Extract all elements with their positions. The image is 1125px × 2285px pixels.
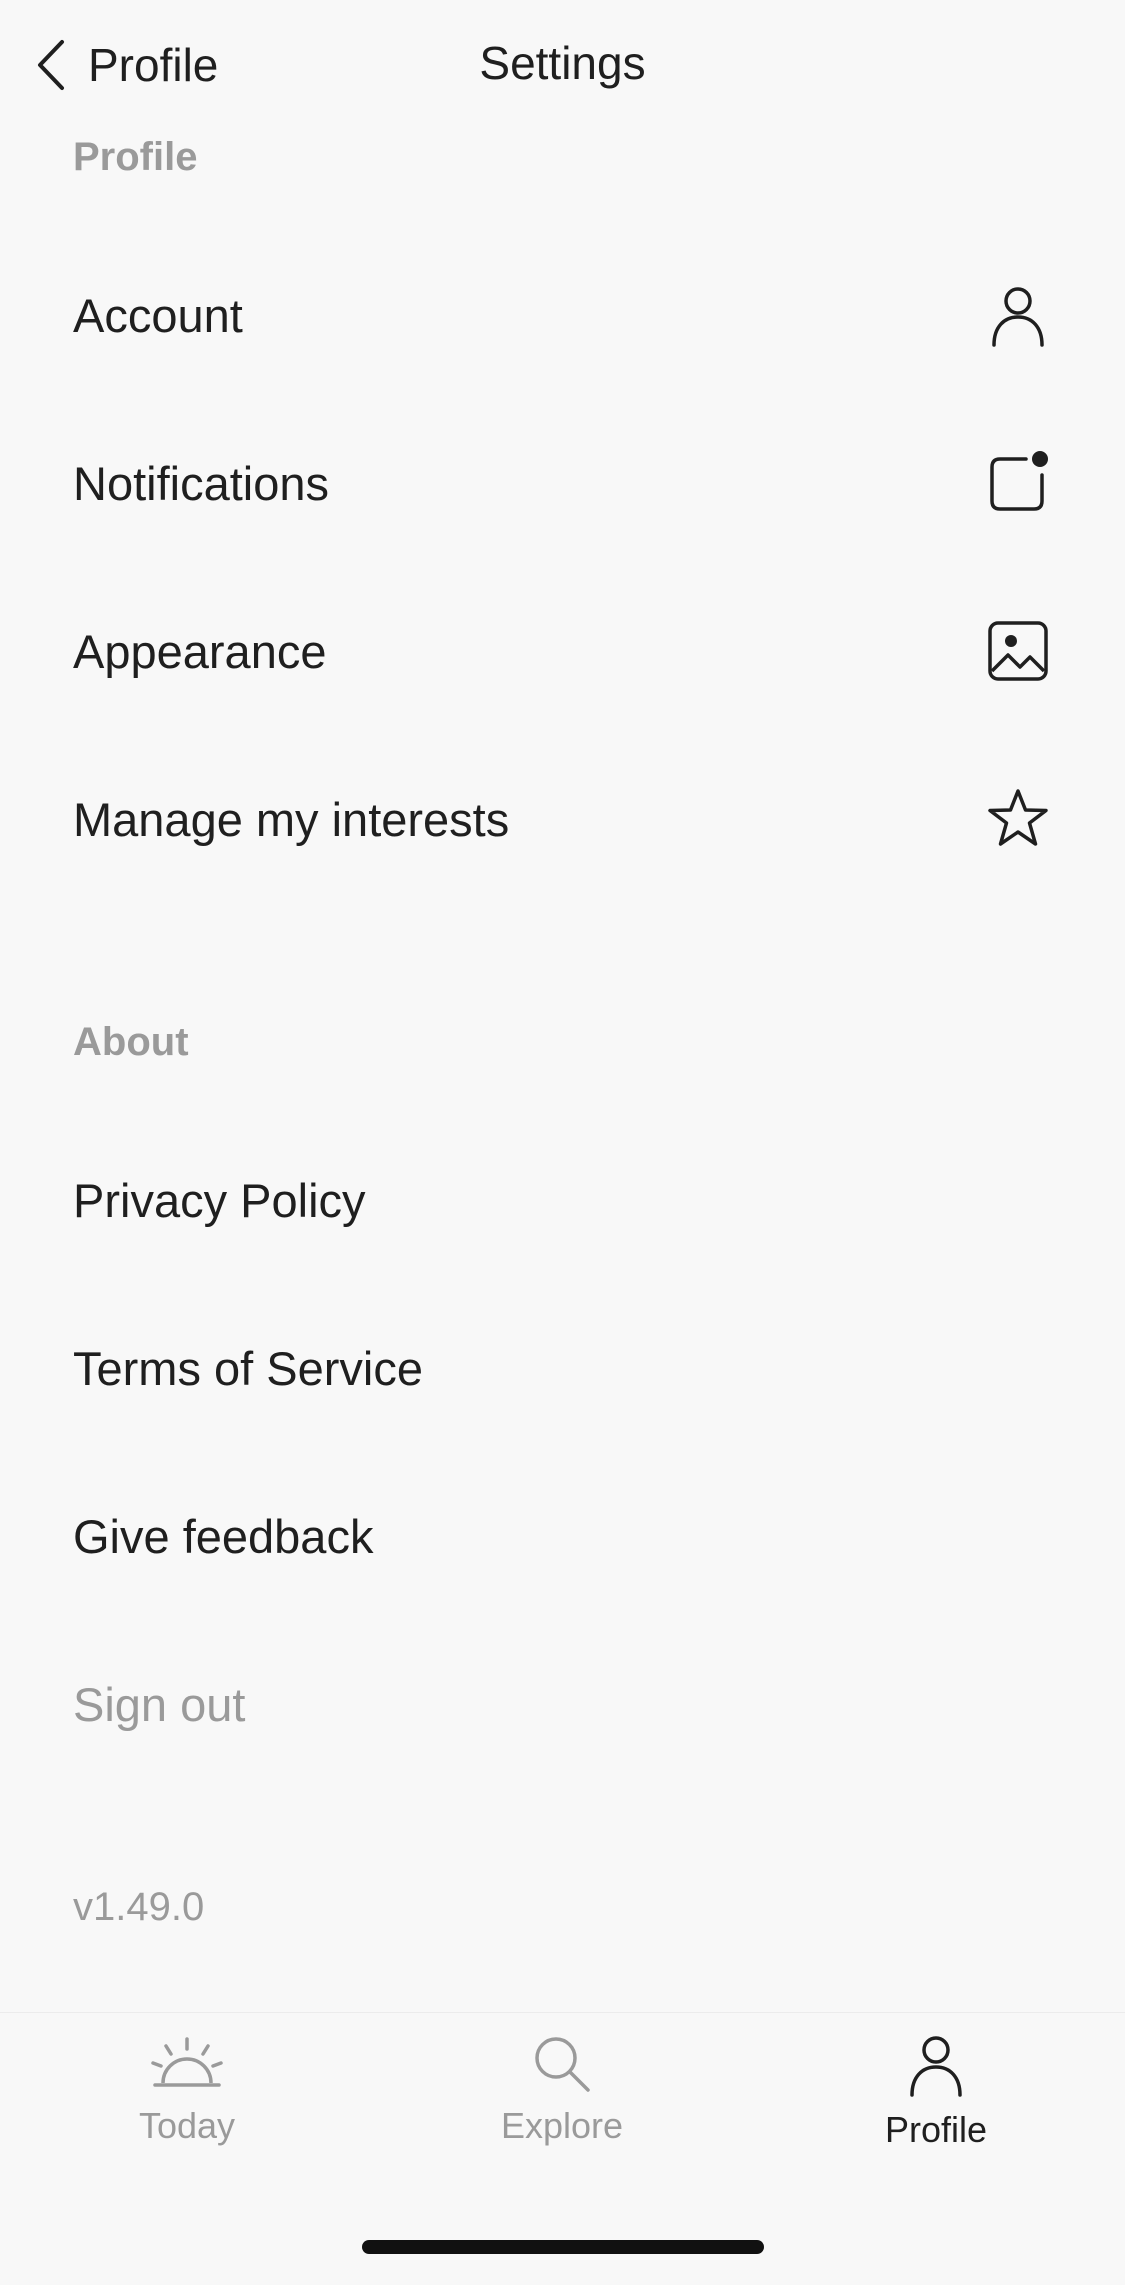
settings-item-label: Manage my interests: [73, 792, 510, 846]
settings-item-label: Account: [73, 288, 243, 342]
person-icon: [986, 283, 1050, 347]
settings-item-account[interactable]: Account: [0, 245, 1125, 385]
settings-item-label: Notifications: [73, 456, 329, 510]
settings-item-appearance[interactable]: Appearance: [0, 581, 1125, 721]
sign-out-label: Sign out: [73, 1677, 246, 1731]
tab-explore[interactable]: Explore: [432, 2033, 692, 2183]
settings-item-label: Terms of Service: [73, 1341, 423, 1395]
nav-header: Profile Settings: [0, 0, 1125, 130]
settings-item-privacy-policy[interactable]: Privacy Policy: [0, 1130, 1125, 1270]
section-header-about: About: [73, 1020, 189, 1064]
settings-item-give-feedback[interactable]: Give feedback: [0, 1466, 1125, 1606]
sign-out-button[interactable]: Sign out: [0, 1634, 1125, 1774]
tab-label: Profile: [884, 2109, 988, 2150]
settings-item-label: Appearance: [73, 624, 327, 678]
star-icon: [986, 787, 1050, 851]
settings-item-manage-interests[interactable]: Manage my interests: [0, 749, 1125, 889]
tab-profile[interactable]: Profile: [806, 2033, 1066, 2183]
settings-item-label: Give feedback: [73, 1509, 374, 1563]
settings-item-terms-of-service[interactable]: Terms of Service: [0, 1298, 1125, 1438]
section-header-profile: Profile: [73, 135, 198, 179]
notification-square-icon: [986, 451, 1050, 515]
app-version: v1.49.0: [73, 1885, 205, 1929]
tab-today[interactable]: Today: [57, 2033, 317, 2183]
home-indicator: [362, 2240, 764, 2254]
sunrise-icon: [149, 2033, 225, 2093]
page-title: Settings: [479, 37, 646, 89]
search-icon: [530, 2033, 594, 2093]
person-icon: [906, 2033, 966, 2097]
tab-label: Today: [138, 2105, 236, 2146]
tab-label: Explore: [500, 2105, 624, 2146]
settings-item-label: Privacy Policy: [73, 1173, 366, 1227]
settings-item-notifications[interactable]: Notifications: [0, 413, 1125, 553]
image-icon: [986, 619, 1050, 683]
